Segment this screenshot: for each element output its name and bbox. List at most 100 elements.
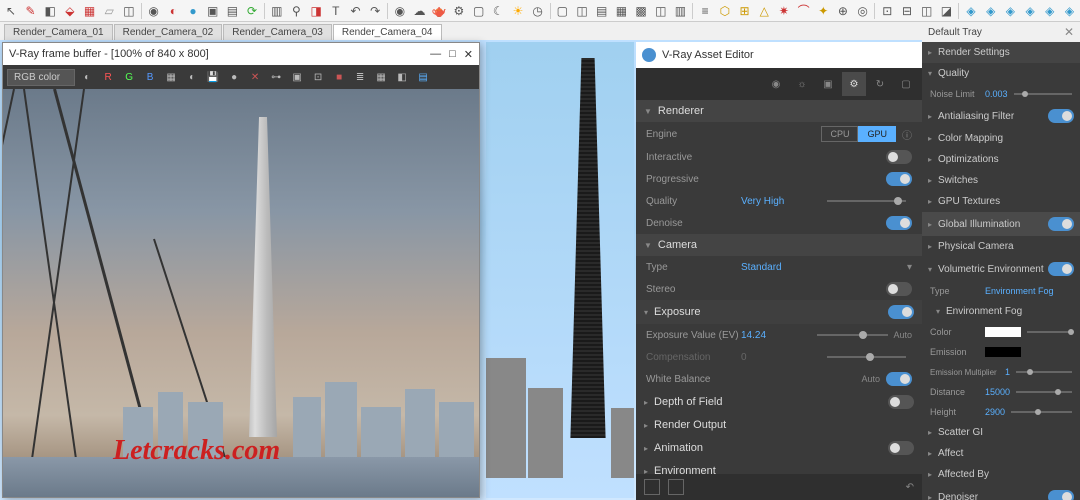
tab-camera-04[interactable]: Render_Camera_04: [333, 24, 442, 40]
aa-toggle[interactable]: [1048, 109, 1074, 123]
color-mapping-section[interactable]: ▸Color Mapping: [922, 128, 1080, 149]
camera-section[interactable]: ▼Camera: [636, 234, 922, 256]
revert-icon[interactable]: ↶: [906, 482, 914, 493]
tool-w2[interactable]: ◫: [573, 2, 591, 20]
load-preset-icon[interactable]: [668, 479, 684, 495]
tool-refresh[interactable]: ⟳: [243, 2, 261, 20]
distance-slider[interactable]: [1016, 391, 1072, 393]
dof-section[interactable]: ▸Depth of Field: [636, 390, 922, 414]
tool-dropper[interactable]: ⚲: [288, 2, 306, 20]
progressive-toggle[interactable]: [886, 172, 912, 186]
exposure-section[interactable]: ▾Exposure: [636, 300, 922, 324]
quality-slider[interactable]: [827, 200, 907, 202]
tool-cube4[interactable]: ◈: [1021, 2, 1039, 20]
tool-box3[interactable]: ▢: [470, 2, 488, 20]
dropdown-icon[interactable]: ▾: [907, 262, 912, 273]
tool-w1[interactable]: ▢: [554, 2, 572, 20]
channel-toggle[interactable]: ◐: [78, 68, 96, 86]
channel-dropdown[interactable]: RGB color: [7, 69, 75, 86]
tool-fog[interactable]: ☁: [411, 2, 429, 20]
tool-clock[interactable]: ◷: [529, 2, 547, 20]
frame-tab-icon[interactable]: ▢: [894, 72, 918, 96]
render-settings-section[interactable]: ▸Render Settings: [922, 42, 1080, 63]
gpu-button[interactable]: GPU: [858, 126, 896, 142]
tool-c1[interactable]: ◫: [918, 2, 936, 20]
tool-text[interactable]: T: [327, 2, 345, 20]
vfb-save-icon[interactable]: 💾: [204, 68, 222, 86]
tool-star[interactable]: ✦: [814, 2, 832, 20]
denoiser-toggle[interactable]: [1048, 490, 1074, 500]
tool-g3[interactable]: ◫: [652, 2, 670, 20]
ae-titlebar[interactable]: V-Ray Asset Editor: [636, 42, 922, 68]
animation-section[interactable]: ▸Animation: [636, 436, 922, 460]
affect-section[interactable]: ▸Affect: [922, 443, 1080, 464]
tray-titlebar[interactable]: Default Tray ✕: [922, 22, 1080, 42]
channel-g[interactable]: G: [120, 68, 138, 86]
wb-toggle[interactable]: [886, 372, 912, 386]
emult-value[interactable]: 1: [1005, 367, 1010, 377]
ae-settings-body[interactable]: ▼Renderer Engine CPU GPU ⓘ Interactive P…: [636, 100, 922, 474]
channel-r[interactable]: R: [99, 68, 117, 86]
physical-camera-section[interactable]: ▸Physical Camera: [922, 236, 1080, 257]
tool-layers[interactable]: ≡: [696, 2, 714, 20]
emult-slider[interactable]: [1016, 371, 1072, 373]
ve-toggle[interactable]: [1048, 262, 1074, 276]
vfb-pixel-icon[interactable]: ▦: [372, 68, 390, 86]
minimize-icon[interactable]: —: [430, 48, 441, 61]
environment-section[interactable]: ▸Environment: [636, 460, 922, 474]
tool-c2[interactable]: ◪: [938, 2, 956, 20]
channel-mono[interactable]: ◐: [183, 68, 201, 86]
vfb-track-icon[interactable]: ⊡: [309, 68, 327, 86]
tool-sphere[interactable]: ●: [184, 2, 202, 20]
scatter-gi-section[interactable]: ▸Scatter GI: [922, 422, 1080, 443]
tool-l2[interactable]: ⊟: [898, 2, 916, 20]
tool-g2[interactable]: ▩: [632, 2, 650, 20]
vfb-circle-icon[interactable]: ●: [225, 68, 243, 86]
tool-cube1[interactable]: ◈: [962, 2, 980, 20]
vfb-clear-icon[interactable]: ✕: [246, 68, 264, 86]
gpu-textures-section[interactable]: ▸GPU Textures: [922, 191, 1080, 212]
save-preset-icon[interactable]: [644, 479, 660, 495]
geometry-tab-icon[interactable]: ▣: [816, 72, 840, 96]
tool-swatch[interactable]: ◨: [307, 2, 325, 20]
stereo-toggle[interactable]: [886, 282, 912, 296]
vfb-ab-icon[interactable]: ≣: [351, 68, 369, 86]
tool-cube6[interactable]: ◈: [1061, 2, 1079, 20]
tool-tri[interactable]: △: [755, 2, 773, 20]
tool-cog[interactable]: ⚙: [450, 2, 468, 20]
tool-eraser[interactable]: ◧: [41, 2, 59, 20]
gi-section[interactable]: ▸Global Illumination: [922, 212, 1080, 236]
tool-arc[interactable]: ⌒: [795, 2, 813, 20]
tool-redo[interactable]: ↷: [366, 2, 384, 20]
tool-select[interactable]: ▦: [81, 2, 99, 20]
lights-tab-icon[interactable]: ☼: [790, 72, 814, 96]
vfb-stop-icon[interactable]: ■: [330, 68, 348, 86]
info-icon[interactable]: ⓘ: [902, 127, 912, 142]
env-type-value[interactable]: Environment Fog: [985, 286, 1054, 296]
channel-b[interactable]: B: [141, 68, 159, 86]
interactive-toggle[interactable]: [886, 150, 912, 164]
tab-camera-03[interactable]: Render_Camera_03: [223, 24, 332, 40]
optimizations-section[interactable]: ▸Optimizations: [922, 149, 1080, 170]
tool-hex[interactable]: ⬡: [716, 2, 734, 20]
exposure-toggle[interactable]: [888, 305, 914, 319]
denoiser-section[interactable]: ▸Denoiser: [922, 485, 1080, 500]
render-tab-icon[interactable]: ↻: [868, 72, 892, 96]
tool-pencil[interactable]: ✎: [22, 2, 40, 20]
noise-value[interactable]: 0.003: [985, 89, 1008, 99]
channel-alpha[interactable]: ▦: [162, 68, 180, 86]
close-icon[interactable]: ✕: [464, 48, 473, 61]
tool-group[interactable]: ◫: [120, 2, 138, 20]
anim-toggle[interactable]: [888, 441, 914, 455]
vfb-history-icon[interactable]: ▤: [414, 68, 432, 86]
settings-tab-icon[interactable]: ⚙: [842, 72, 866, 96]
comp-slider[interactable]: [827, 356, 907, 358]
tray-close-icon[interactable]: ✕: [1064, 25, 1074, 39]
tool-g1[interactable]: ▦: [613, 2, 631, 20]
vfb-region-icon[interactable]: ▣: [288, 68, 306, 86]
height-slider[interactable]: [1011, 411, 1072, 413]
noise-slider[interactable]: [1014, 93, 1072, 95]
tool-g4[interactable]: ▥: [672, 2, 690, 20]
tab-camera-02[interactable]: Render_Camera_02: [114, 24, 223, 40]
camera-type-value[interactable]: Standard: [741, 262, 907, 273]
